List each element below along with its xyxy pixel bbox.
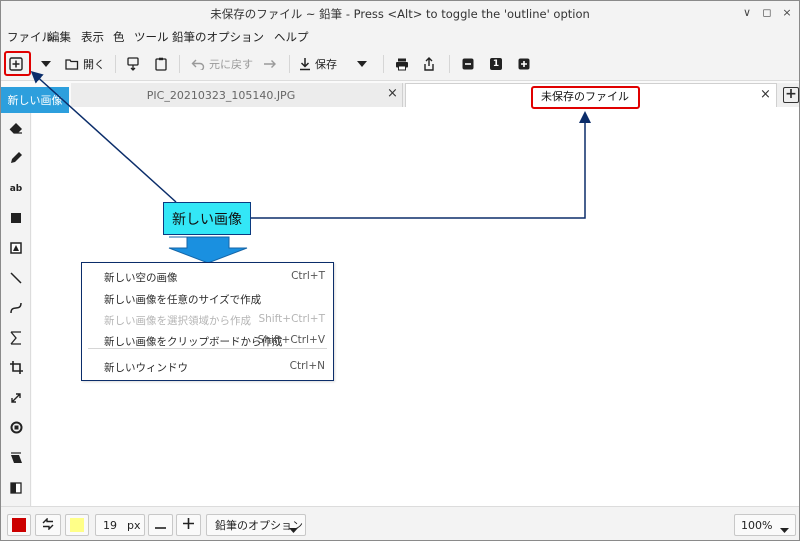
secondary-color-button[interactable] <box>65 514 89 536</box>
zoom-select[interactable]: 100% <box>734 514 796 536</box>
callout-label: 新しい画像 <box>163 202 251 235</box>
secondary-color-swatch <box>70 518 84 532</box>
swap-arrows-icon <box>42 516 54 533</box>
menu-item-shortcut: Ctrl+N <box>289 360 325 372</box>
minus-icon <box>155 519 166 532</box>
menu-item-new-blank-image[interactable]: 新しい空の画像 Ctrl+T <box>82 267 333 287</box>
menu-divider <box>88 348 327 349</box>
menu-item-shortcut: Shift+Ctrl+T <box>258 313 325 325</box>
arrow-to-tab <box>251 111 591 219</box>
down-arrow-shape <box>168 236 248 264</box>
size-increase-button[interactable] <box>176 514 201 536</box>
size-input[interactable]: 19 px <box>95 514 145 536</box>
dropdown-arrow-icon <box>289 523 298 536</box>
zoom-value: 100% <box>741 518 773 532</box>
menu-item-label: 新しいウィンドウ <box>104 362 188 374</box>
menu-item-label: 新しい画像を選択領域から作成 <box>104 315 251 327</box>
size-unit: px <box>127 518 141 532</box>
primary-color-button[interactable] <box>7 514 31 536</box>
menu-item-shortcut: Shift+Ctrl+V <box>257 334 325 346</box>
pencil-options-dropdown[interactable]: 鉛筆のオプション <box>206 514 306 536</box>
primary-color-swatch <box>12 518 26 532</box>
dropdown-arrow-icon <box>780 523 789 536</box>
size-decrease-button[interactable] <box>148 514 173 536</box>
swap-colors-button[interactable] <box>35 514 61 536</box>
menu-item-label: 新しい空の画像 <box>104 272 178 284</box>
menu-item-new-window[interactable]: 新しいウィンドウ Ctrl+N <box>82 357 333 377</box>
menu-item-label: 新しい画像を任意のサイズで作成 <box>104 294 262 306</box>
bottom-options-bar: 19 px 鉛筆のオプション 100% <box>1 506 799 540</box>
plus-icon <box>183 518 194 532</box>
menu-item-new-from-selection[interactable]: 新しい画像を選択領域から作成 Shift+Ctrl+T <box>82 310 333 330</box>
app-window: 未保存のファイル ~ 鉛筆 - Press <Alt> to toggle th… <box>0 0 800 541</box>
menu-item-label: 新しい画像をクリップボードから作成 <box>104 336 283 348</box>
menu-item-new-custom-size[interactable]: 新しい画像を任意のサイズで作成 <box>82 289 333 309</box>
arrow-to-new-button <box>30 70 177 203</box>
size-value: 19 <box>103 518 117 532</box>
menu-item-shortcut: Ctrl+T <box>291 270 325 282</box>
new-image-dropdown-menu: 新しい空の画像 Ctrl+T 新しい画像を任意のサイズで作成 新しい画像を選択領… <box>81 262 334 381</box>
